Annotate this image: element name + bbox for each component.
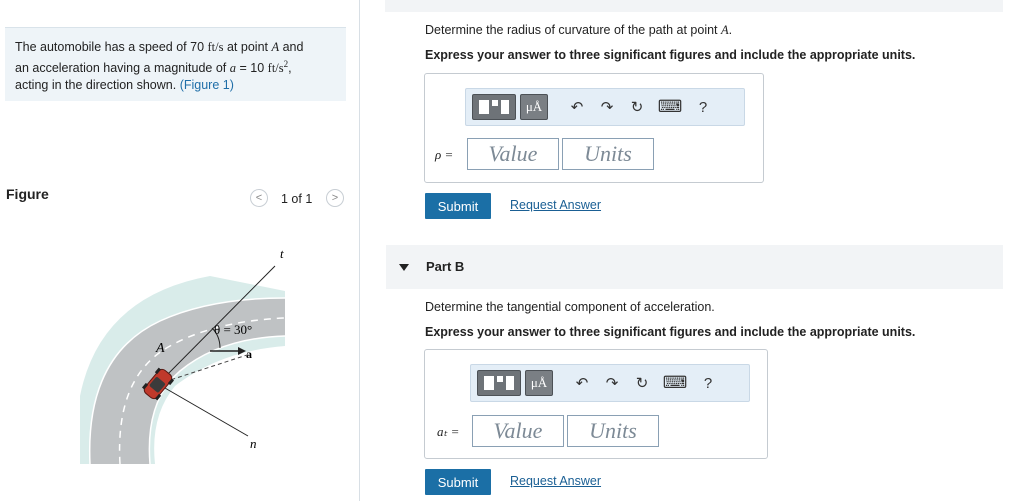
equation-toolbar: μÅ ↶ ↷ ↻ ⌨ ? [470,364,750,402]
point-label: A [271,40,280,54]
problem-text: = 10 [239,61,265,76]
part-b-title: Part B [426,259,465,274]
units-input[interactable]: Units [567,415,659,447]
theta-label: θ = 30° [214,322,252,337]
templates-icon [479,100,509,114]
value-input[interactable]: Value [472,415,564,447]
problem-text: The automobile has a speed of 70 [15,40,205,54]
point-a-label: A [155,341,165,356]
part-b-instruction: Express your answer to three significant… [425,325,916,339]
accel-unit: ft/s [267,61,284,76]
undo-icon[interactable]: ↶ [567,371,597,395]
at-label: aₜ = [437,424,460,439]
help-icon[interactable]: ? [688,95,718,119]
reset-icon[interactable]: ↻ [622,95,652,119]
problem-text: and [282,40,304,54]
equation-toolbar: μÅ ↶ ↷ ↻ ⌨ ? [465,88,745,126]
accel-symbol: a [229,61,236,76]
part-a-header-strip [385,0,1003,12]
a-vector-label: a [246,347,252,361]
question-text: Determine the radius of curvature of the… [425,23,718,37]
point-label: A [721,23,729,37]
templates-button[interactable] [477,370,521,396]
reset-icon[interactable]: ↻ [627,371,657,395]
part-a-instruction: Express your answer to three significant… [425,48,916,62]
part-a-answer-box: μÅ ↶ ↷ ↻ ⌨ ? ρ = Value Units [424,73,764,183]
undo-icon[interactable]: ↶ [562,95,592,119]
templates-button[interactable] [472,94,516,120]
symbols-button[interactable]: μÅ [525,370,553,396]
help-icon[interactable]: ? [693,371,723,395]
part-b-request-answer-link[interactable]: Request Answer [510,474,601,488]
value-input[interactable]: Value [467,138,559,170]
t-axis-label: t [280,246,284,261]
figure-link[interactable]: (Figure 1) [180,78,234,92]
car-path-figure: t n A θ = 30° a [80,246,286,465]
figure-heading: Figure [6,186,49,202]
next-figure-button[interactable]: > [326,189,344,207]
problem-statement: The automobile has a speed of 70 ft/s at… [5,27,346,101]
problem-text: an acceleration having a magnitude of [15,61,227,76]
collapse-triangle-icon[interactable] [399,264,409,271]
keyboard-icon[interactable]: ⌨ [657,371,693,395]
units-input[interactable]: Units [562,138,654,170]
keyboard-icon[interactable]: ⌨ [652,95,688,119]
part-b-question: Determine the tangential component of ac… [425,300,715,314]
part-a-question: Determine the radius of curvature of the… [425,23,732,38]
rho-label: ρ = [435,147,454,162]
symbols-button[interactable]: μÅ [520,94,548,120]
templates-icon [484,376,514,390]
redo-icon[interactable]: ↷ [592,95,622,119]
figure-pager: 1 of 1 [281,192,313,206]
chevron-right-icon: > [331,192,339,204]
panel-divider [359,0,360,501]
speed-unit: ft/s [207,40,224,54]
part-b-header[interactable] [386,245,1003,289]
problem-text: acting in the direction shown. [15,78,177,93]
question-end: . [728,23,733,37]
normal-line [157,383,249,437]
part-b-answer-box: μÅ ↶ ↷ ↻ ⌨ ? aₜ = Value Units [424,349,768,459]
n-axis-label: n [250,436,257,451]
chevron-left-icon: < [255,192,263,204]
problem-text: at point [226,40,268,54]
redo-icon[interactable]: ↷ [597,371,627,395]
part-a-request-answer-link[interactable]: Request Answer [510,198,601,212]
prev-figure-button[interactable]: < [250,189,268,207]
part-b-submit-button[interactable]: Submit [425,469,491,495]
problem-text: , [288,61,292,76]
part-a-submit-button[interactable]: Submit [425,193,491,219]
